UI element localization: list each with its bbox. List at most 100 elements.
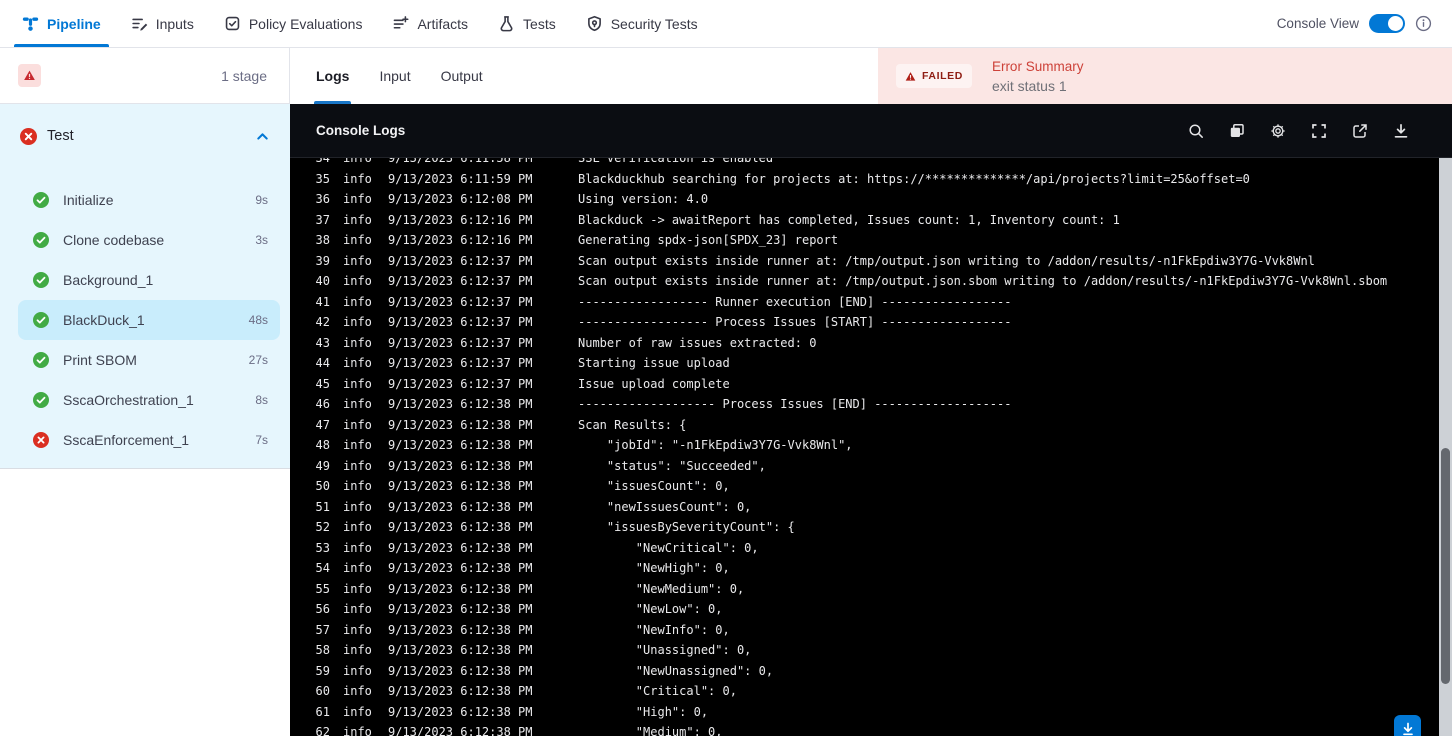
stage-item[interactable]: SscaEnforcement_1 7s xyxy=(18,420,280,460)
nav-tab-label: Tests xyxy=(523,15,556,32)
tab-policy-evaluations[interactable]: Policy Evaluations xyxy=(224,0,362,47)
content-header: Logs Input Output FAILED Error Summary exi… xyxy=(290,48,1452,104)
log-level: info xyxy=(343,233,372,247)
failed-cross-icon xyxy=(33,432,49,448)
log-line: 47 info 9/13/2023 6:12:38 PM Scan Results: … xyxy=(290,415,1452,436)
log-timestamp: 9/13/2023 6:12:38 PM xyxy=(388,417,533,432)
log-line-number: 44 xyxy=(315,356,330,370)
log-line-number: 35 xyxy=(315,171,330,186)
success-check-icon xyxy=(33,352,49,368)
log-lines: 34 info 9/13/2023 6:11:58 PM SSL verificati… xyxy=(290,158,1452,736)
stage-item[interactable]: Background_1 xyxy=(18,260,280,300)
log-line: 35 info 9/13/2023 6:11:59 PM Blackduckhub s… xyxy=(290,169,1452,190)
tab-output[interactable]: Output xyxy=(441,48,483,104)
download-icon[interactable] xyxy=(1392,122,1410,140)
tab-inputs[interactable]: Inputs xyxy=(131,0,194,47)
log-level: info xyxy=(343,581,372,596)
stage-duration: 27s xyxy=(248,353,268,367)
log-line: 57 info 9/13/2023 6:12:38 PM "NewInfo": 0, xyxy=(290,620,1452,641)
log-line-number: 47 xyxy=(315,417,330,432)
log-line-number: 60 xyxy=(315,684,330,698)
tab-security-tests[interactable]: Security Tests xyxy=(586,0,698,47)
log-level: info xyxy=(343,315,372,329)
search-icon[interactable] xyxy=(1187,122,1205,140)
stage-item[interactable]: Clone codebase 3s xyxy=(18,220,280,260)
log-line: 39 info 9/13/2023 6:12:37 PM Scan output ex… xyxy=(290,251,1452,272)
stage-name: SscaEnforcement_1 xyxy=(63,432,190,448)
tab-input[interactable]: Input xyxy=(379,48,410,104)
nav-tab-label: Artifacts xyxy=(417,15,469,32)
log-level: info xyxy=(343,499,372,514)
log-line-number: 58 xyxy=(315,643,330,657)
tab-logs[interactable]: Logs xyxy=(313,48,352,104)
tab-pipeline[interactable]: Pipeline xyxy=(14,0,109,47)
log-message: Using version: 4.0 xyxy=(578,192,709,206)
log-message: Scan output exists inside runner at: /tm… xyxy=(578,253,1315,268)
log-timestamp: 9/13/2023 6:12:16 PM xyxy=(388,212,533,227)
stage-item[interactable]: SscaOrchestration_1 8s xyxy=(18,380,280,420)
log-message: "Critical": 0, xyxy=(578,684,737,698)
error-summary-title: Error Summary xyxy=(991,58,1084,74)
stage-item[interactable]: Initialize 9s xyxy=(18,180,280,220)
log-line: 53 info 9/13/2023 6:12:38 PM "NewCritical"… xyxy=(290,538,1452,559)
warning-triangle-icon xyxy=(905,71,916,81)
log-timestamp: 9/13/2023 6:12:38 PM xyxy=(388,643,533,657)
log-line: 46 info 9/13/2023 6:12:38 PM --------------… xyxy=(290,394,1452,415)
log-message: "newIssuesCount": 0, xyxy=(578,499,752,514)
scrollbar-thumb[interactable] xyxy=(1441,448,1450,684)
scrollbar-track[interactable] xyxy=(1439,158,1452,736)
log-line: 38 info 9/13/2023 6:12:16 PM Generating spd… xyxy=(290,230,1452,251)
log-line: 44 info 9/13/2023 6:12:37 PM Starting issue… xyxy=(290,353,1452,374)
log-message: "jobId": "-n1FkEpdiw3Y7G-Vvk8Wnl", xyxy=(578,438,853,452)
log-message: "High": 0, xyxy=(578,704,709,719)
open-in-new-icon[interactable] xyxy=(1351,122,1369,140)
log-line-number: 62 xyxy=(315,725,330,736)
log-timestamp: 9/13/2023 6:11:59 PM xyxy=(388,171,533,186)
copy-icon[interactable] xyxy=(1228,122,1246,140)
tab-tests[interactable]: Tests xyxy=(498,0,556,47)
log-line-number: 39 xyxy=(315,253,330,268)
log-message: "Medium": 0, xyxy=(578,725,723,736)
log-message: "NewHigh": 0, xyxy=(578,561,730,575)
log-level: info xyxy=(343,725,372,736)
log-line-number: 48 xyxy=(315,438,330,452)
log-timestamp: 9/13/2023 6:12:37 PM xyxy=(388,376,533,391)
log-level: info xyxy=(343,520,372,534)
info-icon[interactable] xyxy=(1415,15,1432,32)
log-line: 60 info 9/13/2023 6:12:38 PM "Critical": 0… xyxy=(290,681,1452,702)
log-timestamp: 9/13/2023 6:12:16 PM xyxy=(388,233,533,247)
scroll-to-bottom-button[interactable] xyxy=(1394,715,1421,736)
log-message: "NewCritical": 0, xyxy=(578,540,759,555)
log-timestamp: 9/13/2023 6:11:58 PM xyxy=(388,158,533,165)
failed-status-badge: FAILED xyxy=(896,64,972,88)
top-navigation: Pipeline Inputs Policy Evaluations Artifact… xyxy=(0,0,1452,48)
log-timestamp: 9/13/2023 6:12:38 PM xyxy=(388,458,533,473)
log-timestamp: 9/13/2023 6:12:38 PM xyxy=(388,438,533,452)
chevron-up-icon[interactable] xyxy=(255,129,270,144)
stage-section-test[interactable]: Test xyxy=(0,104,290,168)
log-message: SSL verification is enabled xyxy=(578,158,774,165)
log-line: 62 info 9/13/2023 6:12:38 PM "Medium": 0, xyxy=(290,722,1452,736)
failed-badge-label: FAILED xyxy=(922,70,963,82)
log-level: info xyxy=(343,376,372,391)
log-line: 55 info 9/13/2023 6:12:38 PM "NewMedium": … xyxy=(290,579,1452,600)
stage-item[interactable]: Print SBOM 27s xyxy=(18,340,280,380)
log-timestamp: 9/13/2023 6:12:38 PM xyxy=(388,725,533,736)
tab-artifacts[interactable]: Artifacts xyxy=(392,0,468,47)
console-header: Console Logs xyxy=(290,104,1452,158)
log-timestamp: 9/13/2023 6:12:37 PM xyxy=(388,253,533,268)
log-message: Issue upload complete xyxy=(578,376,730,391)
topbar-right: Console View xyxy=(1277,14,1432,33)
stage-list: Initialize 9s Clone codebase 3s Background_1… xyxy=(0,180,290,460)
log-level: info xyxy=(343,212,372,227)
settings-icon[interactable] xyxy=(1269,122,1287,140)
log-line-number: 46 xyxy=(315,397,330,411)
console-view-toggle[interactable] xyxy=(1369,14,1405,33)
log-timestamp: 9/13/2023 6:12:38 PM xyxy=(388,499,533,514)
log-line: 34 info 9/13/2023 6:11:58 PM SSL verificati… xyxy=(290,158,1452,169)
log-line-number: 53 xyxy=(315,540,330,555)
log-line: 42 info 9/13/2023 6:12:37 PM --------------… xyxy=(290,312,1452,333)
fullscreen-icon[interactable] xyxy=(1310,122,1328,140)
stage-item[interactable]: BlackDuck_1 48s xyxy=(18,300,280,340)
log-line-number: 45 xyxy=(315,376,330,391)
